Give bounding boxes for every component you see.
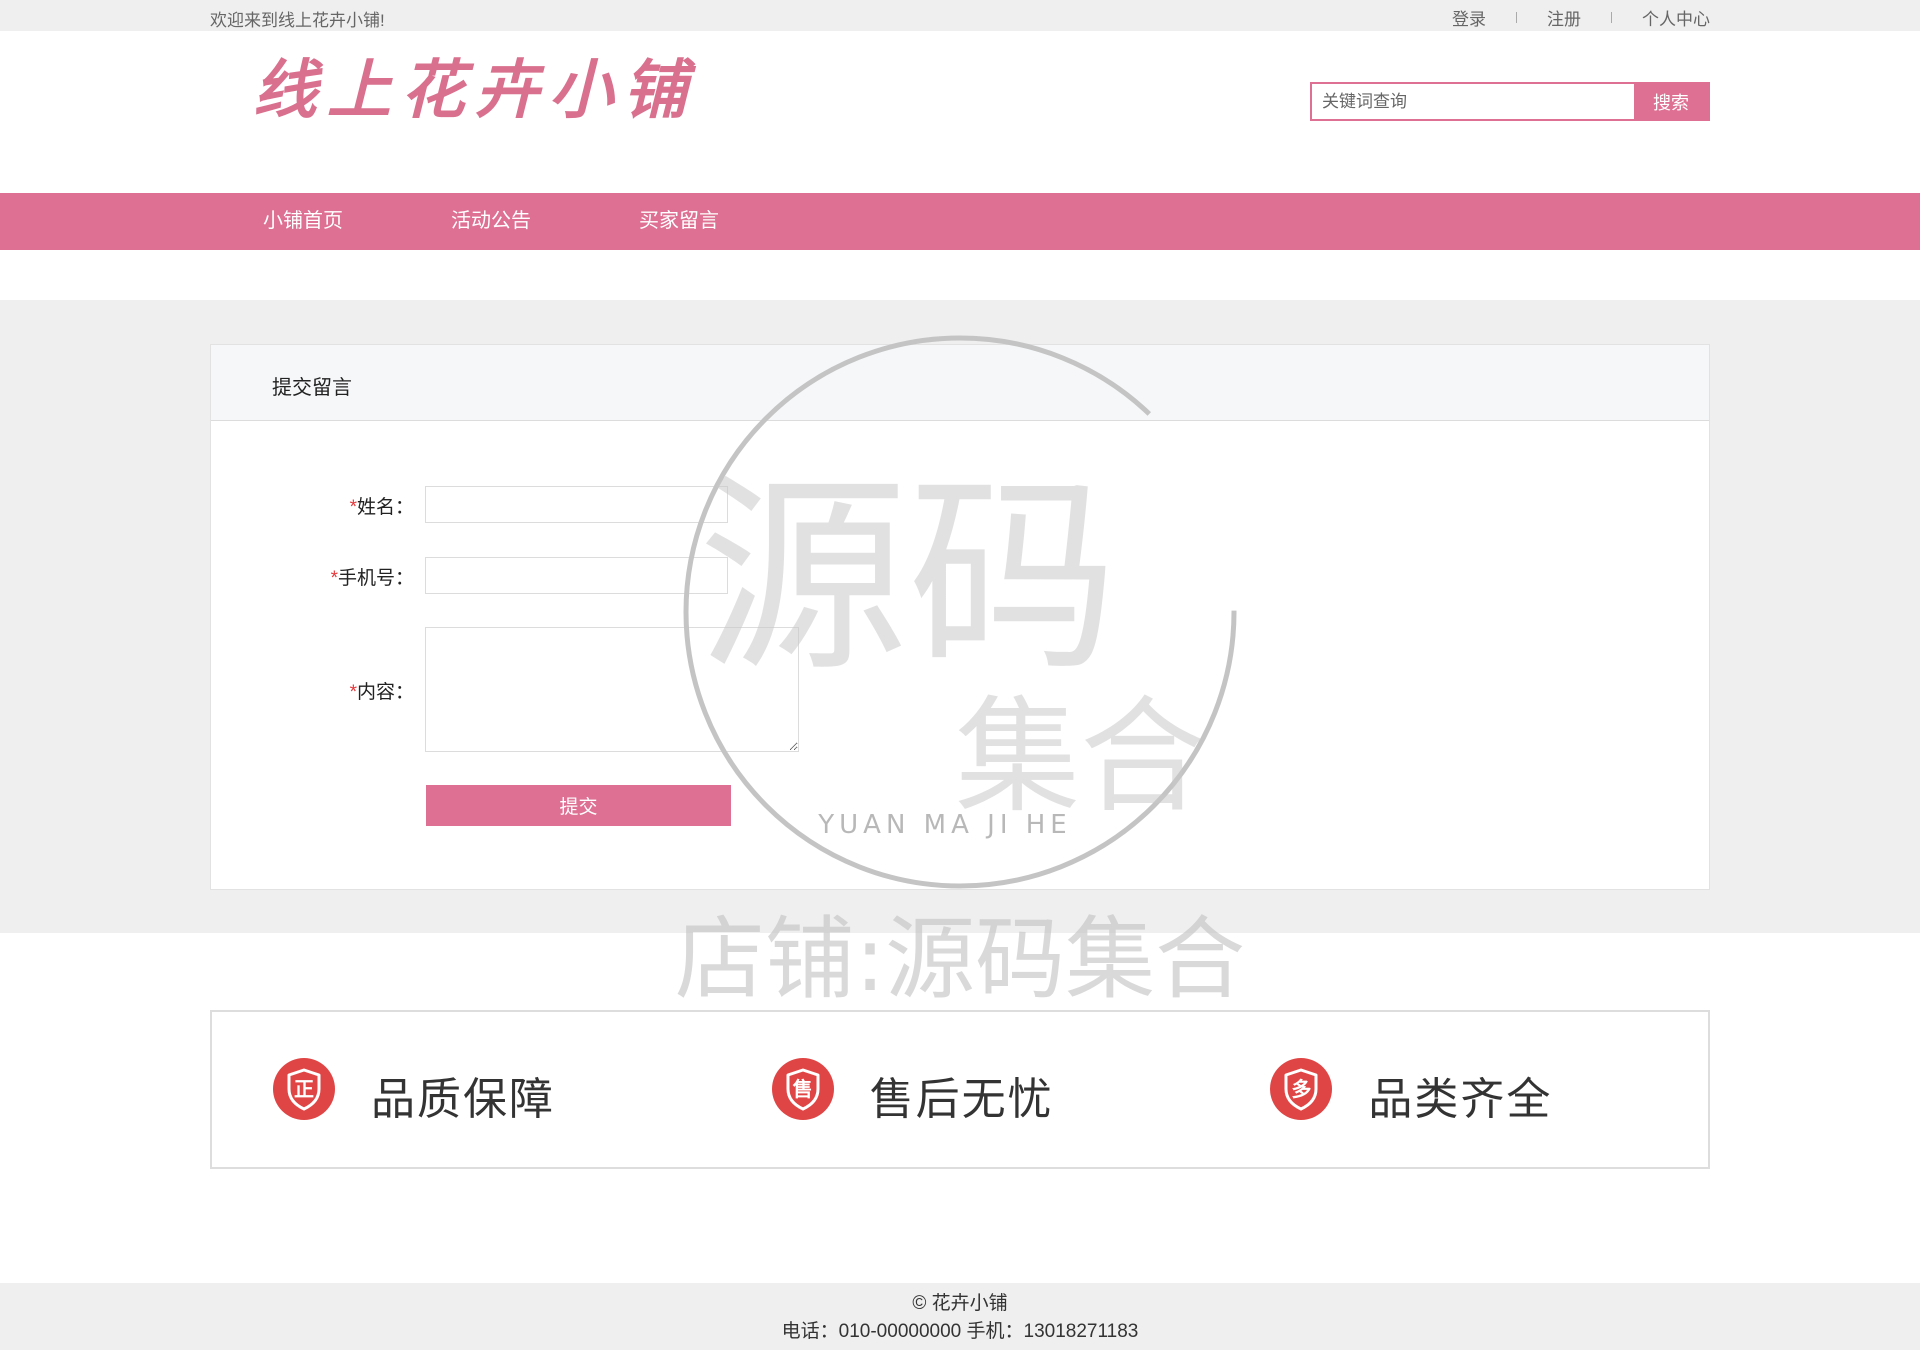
top-bar: 欢迎来到线上花卉小铺! 登录 注册 个人中心 [0,0,1920,31]
feature-item: 正 品质保障 [212,1012,711,1167]
feature-label: 售后无忧 [869,1075,1054,1124]
user-center-link[interactable]: 个人中心 [1642,5,1710,30]
copyright-text: © 花卉小铺 [912,1293,1008,1314]
phone-input[interactable] [425,557,728,594]
header: 线上花卉小铺 搜索 [0,31,1920,193]
submit-button[interactable]: 提交 [426,785,731,826]
required-mark: * [349,497,357,518]
message-form-panel: 提交留言 *姓名： *手机号： *内容： 提交 [210,344,1710,890]
search-input[interactable] [1312,84,1634,119]
phone-label: *手机号： [211,563,414,590]
site-logo: 线上花卉小铺 [253,53,697,128]
content-label-text: 内容： [356,682,414,703]
content-area: 提交留言 *姓名： *手机号： *内容： 提交 [0,300,1920,933]
name-label-text: 姓名： [356,497,414,518]
content-label: *内容： [211,677,414,704]
nav-item-home[interactable]: 小铺首页 [263,193,451,250]
icon-glyph: 多 [1291,1079,1312,1101]
nav-item-announcements[interactable]: 活动公告 [451,193,639,250]
icon-glyph: 售 [792,1079,813,1101]
divider [1516,12,1517,23]
feature-item: 多 品类齐全 [1209,1012,1708,1167]
quality-guarantee-icon: 正 [273,1058,335,1120]
panel-title: 提交留言 [272,377,352,399]
name-input[interactable] [425,486,728,523]
feature-label: 品类齐全 [1368,1075,1553,1124]
login-link[interactable]: 登录 [1452,5,1486,30]
name-label: *姓名： [211,492,414,519]
message-form: *姓名： *手机号： *内容： 提交 [211,421,1709,889]
search-bar: 搜索 [1310,82,1710,121]
icon-glyph: 正 [294,1079,314,1101]
full-range-icon: 多 [1270,1058,1333,1120]
required-mark: * [349,682,357,703]
service-features: 正 品质保障 售 售后无忧 多 品类齐全 [210,1010,1710,1169]
feature-item: 售 售后无忧 [711,1012,1210,1167]
feature-label: 品质保障 [371,1075,555,1124]
divider [1611,12,1612,23]
footer: © 花卉小铺 电话：010-00000000 手机：13018271183 [0,1283,1920,1350]
required-mark: * [330,568,338,589]
top-links: 登录 注册 个人中心 [1452,5,1710,30]
search-button[interactable]: 搜索 [1634,84,1708,119]
contact-text: 电话：010-00000000 手机：13018271183 [781,1321,1139,1342]
content-textarea[interactable] [425,627,799,752]
panel-header: 提交留言 [211,345,1709,421]
after-sales-icon: 售 [771,1058,834,1120]
nav-item-messages[interactable]: 买家留言 [639,193,827,250]
main-nav: 小铺首页 活动公告 买家留言 [0,193,1920,250]
register-link[interactable]: 注册 [1547,5,1581,30]
phone-label-text: 手机号： [337,568,414,589]
welcome-text: 欢迎来到线上花卉小铺! [210,11,385,30]
